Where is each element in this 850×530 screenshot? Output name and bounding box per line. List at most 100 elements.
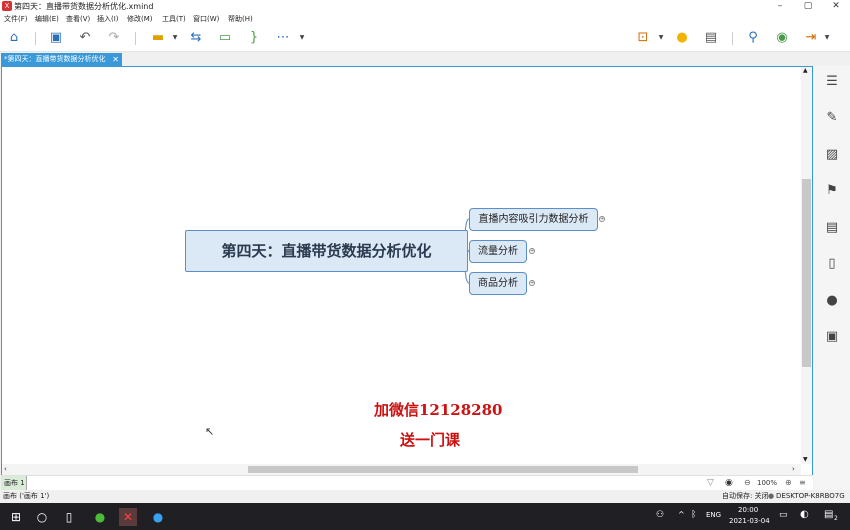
xmind-app-icon: X (2, 1, 12, 11)
status-bar: 画布 ('画布 1') 自动保存: 关闭 ● DESKTOP-K8RBO7G (0, 490, 850, 503)
sheet-bar: 画布 1 ▽ ◉ ⊖ 100% ⊕ ≡ (1, 475, 813, 490)
close-window-button[interactable]: ✕ (822, 0, 850, 13)
windows-taskbar: ⊞ ○ ▯ ● ✕ ● ⚇ ^ ᛒ ENG 20:00 2021-03-04 ▭… (0, 503, 850, 530)
keyboard-icon[interactable]: ▭ (779, 510, 788, 520)
expand-icon[interactable]: + (529, 248, 535, 254)
menu-tools[interactable]: 工具(T) (162, 13, 186, 25)
window-title: 第四天：直播带货数据分析优化.xmind (14, 2, 154, 11)
outline-panel-icon[interactable]: ☰ (824, 74, 840, 90)
title-bar: X 第四天：直播带货数据分析优化.xmind – ▢ ✕ (0, 0, 850, 13)
topic-icon[interactable]: ▬ (149, 29, 167, 47)
idea-icon[interactable]: ● (673, 29, 691, 47)
subtopic-content-attraction[interactable]: 直播内容吸引力数据分析 (469, 208, 598, 231)
task-view-icon[interactable]: ▯ (60, 508, 78, 526)
zoom-out-icon[interactable]: ⊖ (744, 476, 751, 490)
tab-bar: *第四天：直播带货数据分析优化 ✕ (0, 52, 850, 66)
menu-lines-icon[interactable]: ≡ (799, 476, 806, 490)
expand-icon[interactable]: + (599, 216, 605, 222)
notification-badge: 2 (834, 515, 838, 522)
tab-document[interactable]: *第四天：直播带货数据分析优化 ✕ (1, 53, 122, 66)
undo-icon[interactable]: ↶ (76, 29, 94, 47)
scroll-right-icon[interactable]: › (792, 464, 795, 475)
mouse-cursor-icon: ↖ (205, 425, 215, 438)
menu-edit[interactable]: 编辑(E) (35, 13, 59, 25)
minimize-button[interactable]: – (766, 0, 794, 13)
promo-wechat-text: 加微信12128280 (374, 401, 503, 419)
toolbar-separator (732, 32, 733, 45)
export-icon[interactable]: ⇥ (802, 29, 820, 47)
vertical-scroll-thumb[interactable] (802, 179, 811, 367)
scroll-down-icon[interactable]: ▼ (803, 456, 808, 463)
toolbar-separator (135, 32, 136, 45)
sheet-tab[interactable]: 画布 1 (1, 476, 27, 490)
connector-lines (464, 218, 470, 284)
boundary-icon[interactable]: ▭ (216, 29, 234, 47)
image-icon[interactable]: ▨ (824, 147, 840, 163)
windows-start-icon[interactable]: ⊞ (7, 508, 25, 526)
scroll-up-icon[interactable]: ▲ (803, 67, 808, 74)
vertical-scrollbar[interactable]: ▲ ▼ (801, 67, 812, 464)
status-dot-icon: ● (768, 492, 775, 500)
comments-icon[interactable]: ● (824, 293, 840, 309)
volume-icon[interactable]: ◐ (800, 509, 809, 520)
zoom-level[interactable]: 100% (757, 476, 777, 490)
mindmap-canvas[interactable]: 第四天：直播带货数据分析优化 直播内容吸引力数据分析 + 流量分析 + 商品分析… (1, 66, 813, 490)
home-icon[interactable]: ⌂ (5, 29, 23, 47)
horizontal-scroll-thumb[interactable] (248, 466, 638, 473)
tab-label: *第四天：直播带货数据分析优化 (4, 55, 106, 63)
menu-modify[interactable]: 修改(M) (127, 13, 153, 25)
menu-file[interactable]: 文件(F) (4, 13, 28, 25)
close-tab-icon[interactable]: ✕ (112, 53, 119, 66)
xmind-taskbar-icon[interactable]: ✕ (119, 508, 137, 526)
scroll-left-icon[interactable]: ‹ (4, 464, 7, 475)
subtopic-product-analysis[interactable]: 商品分析 (469, 272, 527, 295)
toolbar-separator (35, 32, 36, 45)
subtopic-traffic-analysis[interactable]: 流量分析 (469, 240, 527, 263)
relationship-icon[interactable]: ⇆ (187, 29, 205, 47)
filter-icon[interactable]: ▽ (707, 476, 714, 490)
central-topic[interactable]: 第四天：直播带货数据分析优化 (185, 230, 468, 272)
menu-window[interactable]: 窗口(W) (193, 13, 219, 25)
more-icon[interactable]: ⋯ (274, 29, 292, 47)
tray-chevron-icon[interactable]: ^ (678, 510, 685, 519)
right-side-panel: ☰ ✎ ▨ ⚑ ▤ ▯ ● ▣ (814, 66, 850, 490)
people-icon[interactable]: ⚇ (656, 510, 664, 520)
presentation-dropdown-icon[interactable]: ▼ (657, 29, 665, 47)
status-autosave[interactable]: 自动保存: 关闭 (722, 490, 769, 503)
menu-bar: 文件(F) 编辑(E) 查看(V) 插入(I) 修改(M) 工具(T) 窗口(W… (0, 13, 850, 25)
export-dropdown-icon[interactable]: ▼ (823, 29, 831, 47)
outline-icon[interactable]: ▤ (702, 29, 720, 47)
toolbar: ⌂ ▣ ↶ ↷ ▬ ▼ ⇆ ▭ } ⋯ ▼ ⊡ ▼ ● ▤ ⚲ ◉ ⇥ ▼ (0, 25, 850, 52)
format-brush-icon[interactable]: ✎ (824, 110, 840, 126)
horizontal-scrollbar[interactable]: ‹ › (2, 464, 801, 475)
search-circle-icon[interactable]: ○ (33, 508, 51, 526)
task-clipboard-icon[interactable]: ▣ (824, 329, 840, 345)
menu-insert[interactable]: 插入(I) (97, 13, 119, 25)
notes-icon[interactable]: ▯ (824, 256, 840, 272)
clock-time[interactable]: 20:00 (738, 506, 758, 514)
summary-icon[interactable]: } (245, 29, 263, 47)
menu-view[interactable]: 查看(V) (66, 13, 90, 25)
flag-marker-icon[interactable]: ⚑ (824, 183, 840, 199)
search-icon[interactable]: ⚲ (744, 29, 762, 47)
language-indicator[interactable]: ENG (706, 511, 721, 519)
cloud-app-icon[interactable]: ● (149, 508, 167, 526)
status-computer-name: DESKTOP-K8RBO7G (776, 492, 845, 500)
expand-icon[interactable]: + (529, 280, 535, 286)
redo-icon[interactable]: ↷ (105, 29, 123, 47)
share-icon[interactable]: ◉ (773, 29, 791, 47)
menu-help[interactable]: 帮助(H) (228, 13, 253, 25)
topic-dropdown-icon[interactable]: ▼ (171, 29, 179, 47)
zoom-in-icon[interactable]: ⊕ (785, 476, 792, 490)
save-icon[interactable]: ▣ (47, 29, 65, 47)
clock-date[interactable]: 2021-03-04 (729, 517, 770, 525)
style-icon[interactable]: ▤ (824, 220, 840, 236)
more-dropdown-icon[interactable]: ▼ (298, 29, 306, 47)
presentation-icon[interactable]: ⊡ (634, 29, 652, 47)
eye-icon[interactable]: ◉ (725, 476, 733, 490)
notification-icon[interactable]: ▤ (824, 509, 833, 520)
promo-course-text: 送一门课 (400, 431, 461, 449)
browser-app-icon[interactable]: ● (91, 508, 109, 526)
bluetooth-icon[interactable]: ᛒ (691, 510, 696, 520)
maximize-button[interactable]: ▢ (794, 0, 822, 13)
